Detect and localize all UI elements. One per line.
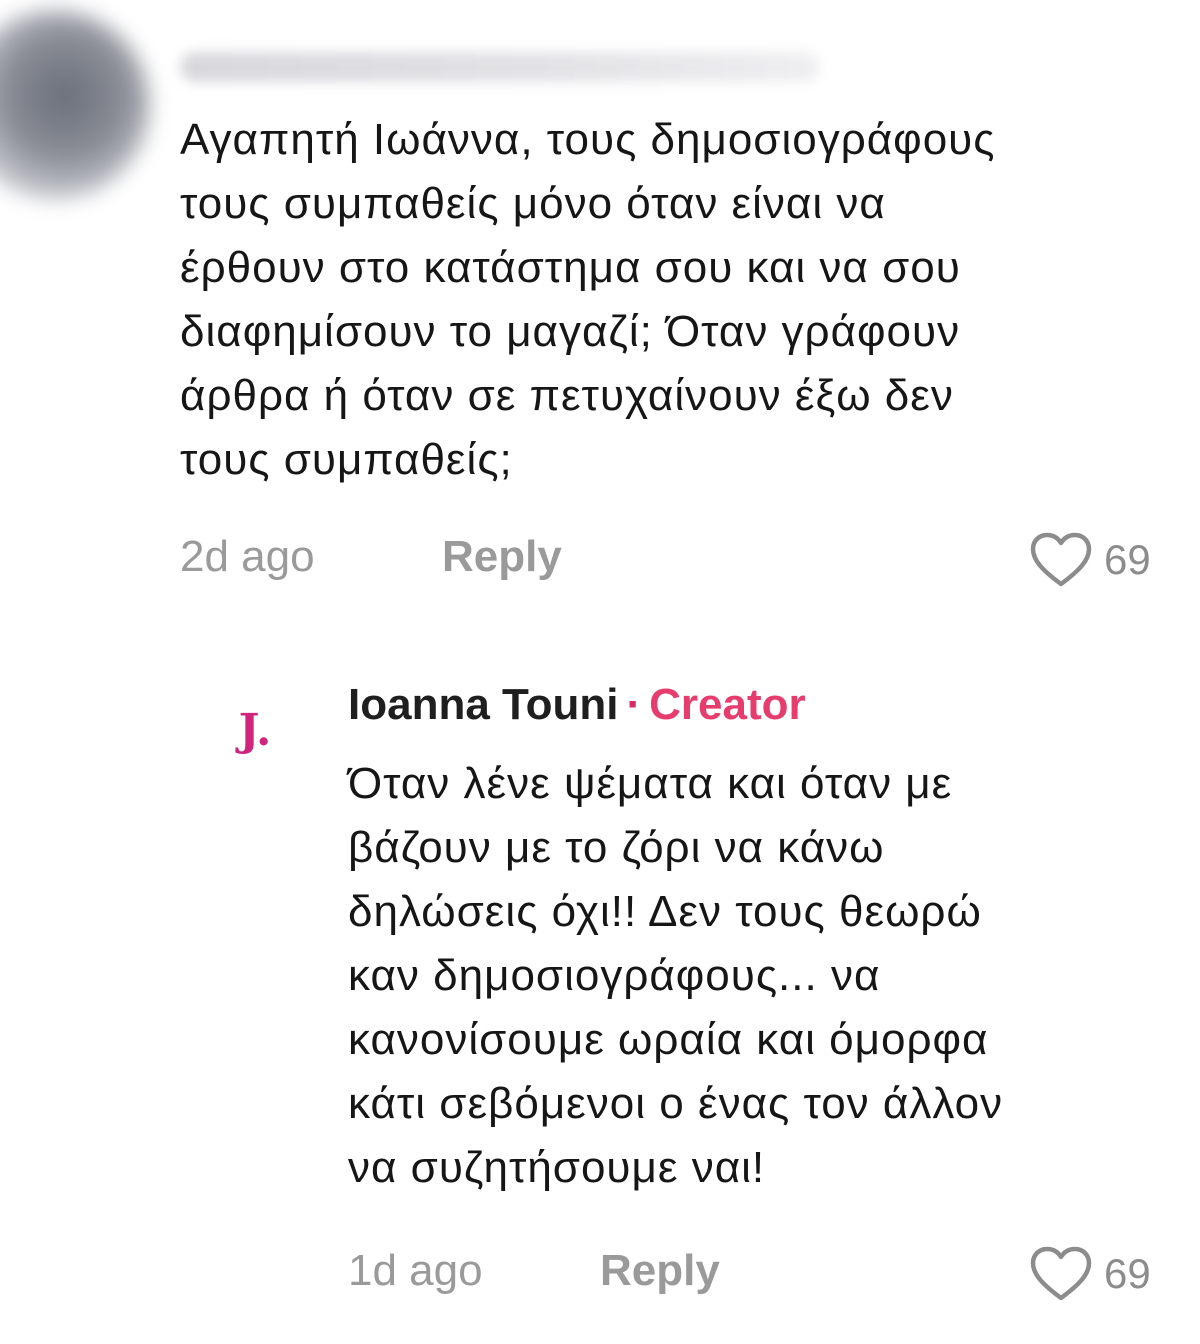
reply-button[interactable]: Reply	[600, 1246, 720, 1296]
header-separator: ·	[626, 680, 642, 729]
like-button[interactable]: 69	[1030, 1246, 1151, 1302]
comment-timestamp: 2d ago	[180, 532, 315, 581]
like-count: 69	[1104, 536, 1151, 583]
creator-avatar[interactable]: J.	[215, 690, 295, 770]
commenter-avatar-blurred[interactable]	[0, 10, 150, 200]
heart-outline-icon[interactable]	[1030, 1246, 1092, 1302]
author-name[interactable]: Ioanna Touni	[348, 680, 619, 729]
comment-header: Ioanna Touni · Creator	[348, 680, 806, 730]
like-count: 69	[1104, 1250, 1151, 1297]
like-button[interactable]: 69	[1030, 532, 1151, 588]
comment-timestamp: 1d ago	[348, 1246, 483, 1295]
comment-text: Όταν λένε ψέματα και όταν με βάζουν με τ…	[348, 759, 1004, 1192]
comment-text: Αγαπητή Ιωάννα, τους δημοσιογράφους τους…	[180, 115, 996, 484]
heart-outline-icon[interactable]	[1030, 532, 1092, 588]
creator-badge: Creator	[649, 680, 806, 729]
reply-button[interactable]: Reply	[442, 532, 562, 582]
commenter-username-blurred[interactable]	[180, 52, 820, 82]
comments-panel: Αγαπητή Ιωάννα, τους δημοσιογράφους τους…	[0, 0, 1200, 1344]
